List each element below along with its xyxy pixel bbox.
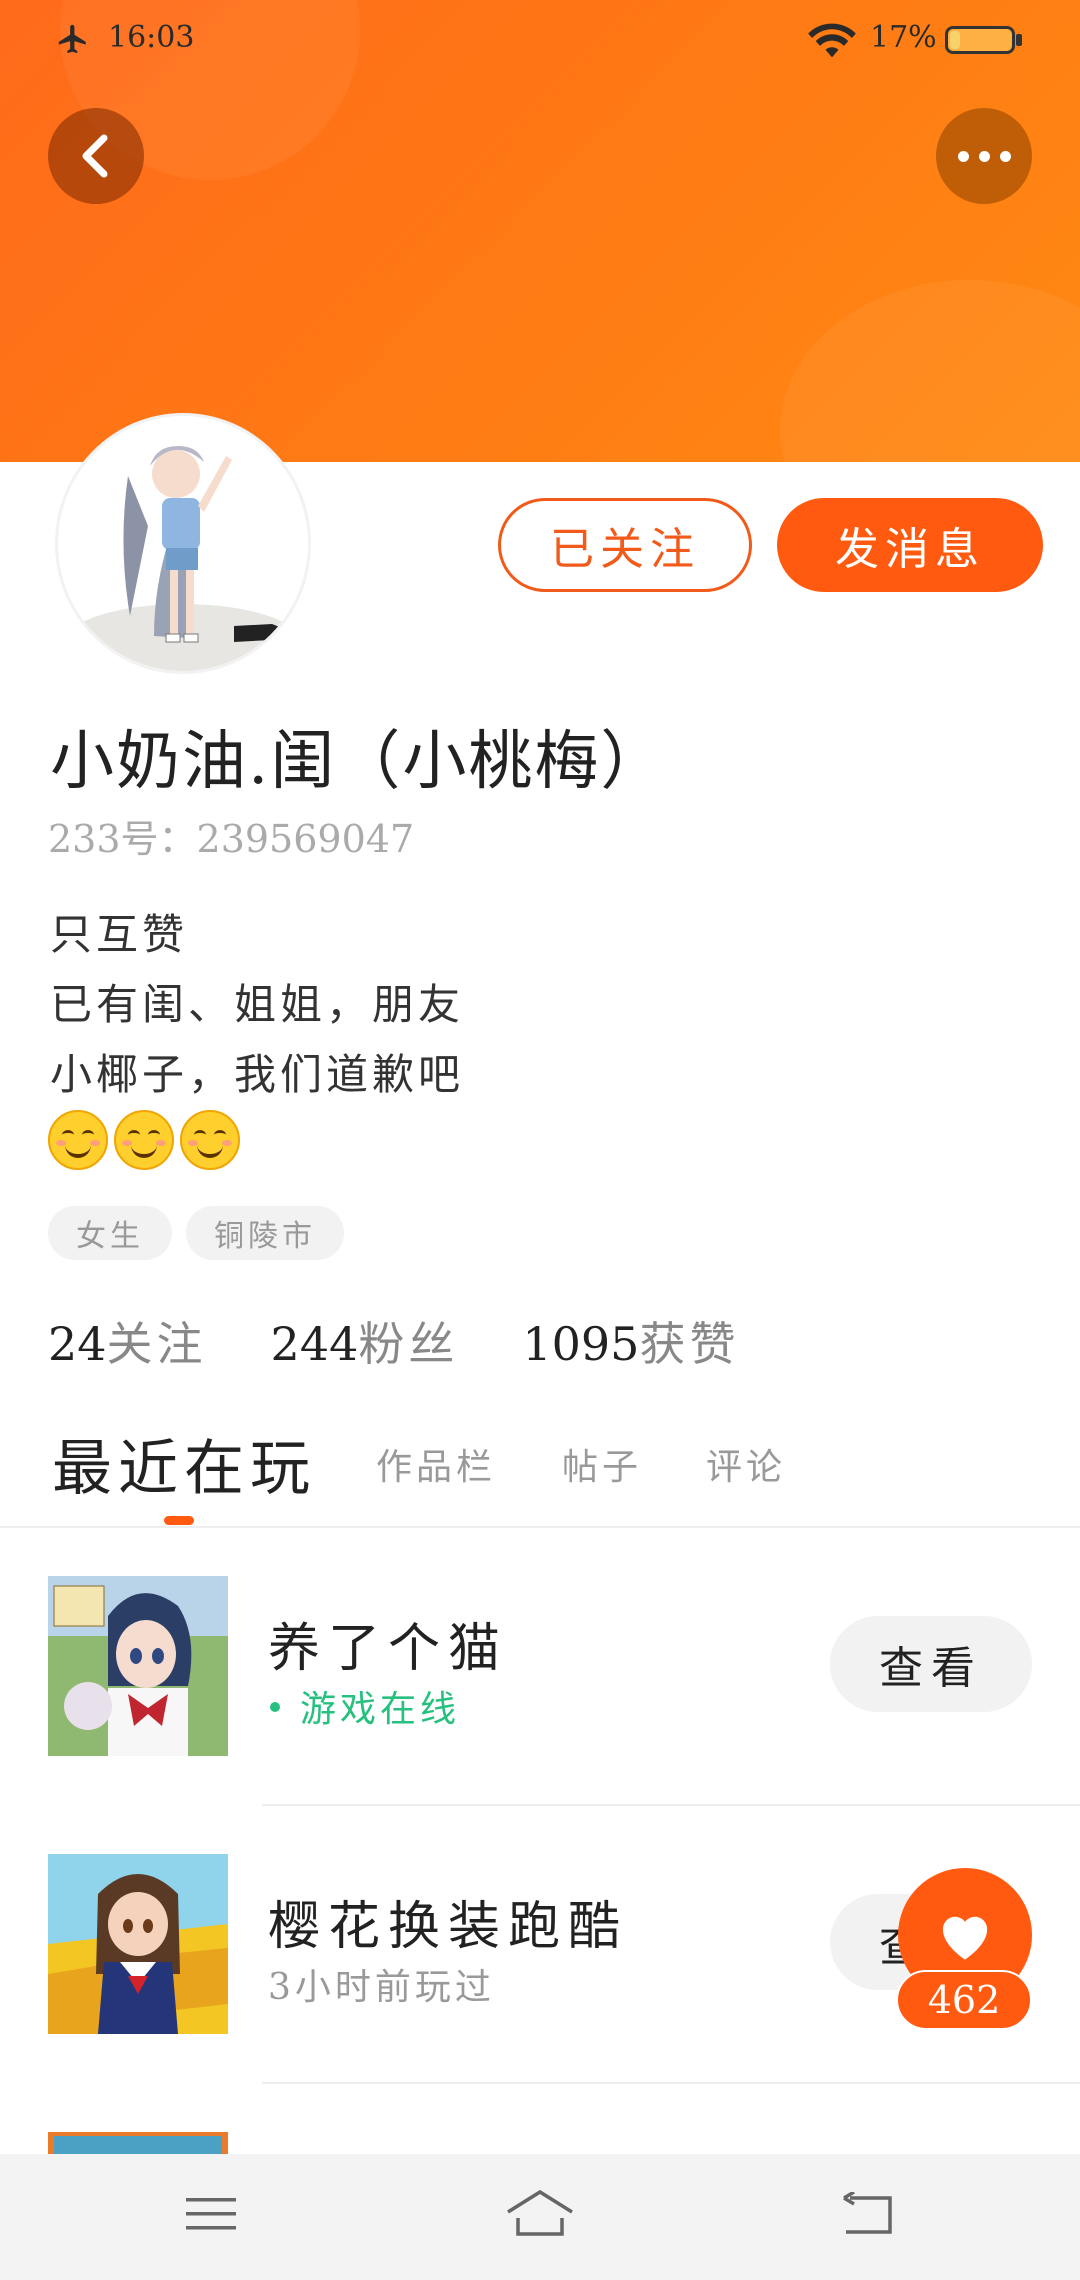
gender-tag: 女生 <box>48 1206 172 1260</box>
profile-bio: 只互赞 已有闺、姐姐，朋友 小椰子，我们道歉吧 <box>50 900 464 1110</box>
stat-label: 粉丝 <box>358 1317 459 1371</box>
game-status: 游戏在线 <box>300 1689 461 1730</box>
smiling-face-icon <box>48 1110 108 1170</box>
avatar-character-image <box>63 446 308 671</box>
bio-line: 已有闺、姐姐，朋友 <box>50 980 465 1029</box>
stat-value: 1095 <box>522 1317 640 1371</box>
status-bar: 16:03 17% <box>0 18 1080 68</box>
battery-percentage: 17% <box>870 20 937 55</box>
profile-stats: 24关注 244粉丝 1095获赞 <box>48 1308 739 1374</box>
stat-fans[interactable]: 244粉丝 <box>271 1308 459 1374</box>
smiling-face-icon <box>114 1110 174 1170</box>
followed-button[interactable]: 已关注 <box>498 498 752 592</box>
smiling-face-icon <box>180 1110 240 1170</box>
airplane-mode-icon <box>58 24 86 54</box>
profile-banner: 16:03 17% <box>0 0 1080 462</box>
stat-likes[interactable]: 1095获赞 <box>522 1308 739 1374</box>
more-dots-icon <box>957 150 1011 162</box>
game-thumbnail <box>48 1854 228 2034</box>
stat-label: 获赞 <box>639 1317 740 1371</box>
bio-emojis <box>48 1110 240 1170</box>
profile-username: 小奶油.闺（小桃梅） <box>50 725 667 799</box>
more-options-button[interactable] <box>936 108 1032 204</box>
stat-following[interactable]: 24关注 <box>48 1308 207 1374</box>
game-thumbnail <box>48 1576 228 1756</box>
game-name: 养了个猫 <box>268 1619 509 1679</box>
divider <box>262 2082 1080 2084</box>
battery-level-fill <box>950 31 960 49</box>
bio-line: 只互赞 <box>50 910 189 959</box>
home-icon[interactable] <box>504 2188 576 2238</box>
chevron-left-icon <box>82 134 108 178</box>
stat-value: 244 <box>270 1317 359 1371</box>
game-thumbnail <box>48 2132 228 2154</box>
banner-decoration <box>780 280 1080 462</box>
location-tag: 铜陵市 <box>186 1206 344 1260</box>
tab-posts[interactable]: 帖子 <box>562 1438 642 1490</box>
game-name: 樱花换装跑酷 <box>268 1897 629 1957</box>
stat-label: 关注 <box>106 1317 207 1371</box>
back-icon[interactable] <box>842 2192 896 2236</box>
bio-line: 小椰子，我们道歉吧 <box>50 1050 465 1099</box>
send-message-button[interactable]: 发消息 <box>777 498 1043 592</box>
profile-uid: 233号：239569047 <box>48 817 415 861</box>
active-tab-indicator <box>164 1516 194 1525</box>
game-last-played: 3小时前玩过 <box>268 1967 495 2008</box>
divider <box>0 1526 1080 1528</box>
online-status-dot <box>270 1702 280 1712</box>
like-count-badge: 462 <box>896 1970 1032 2030</box>
menu-icon[interactable] <box>184 2192 238 2236</box>
profile-tags: 女生 铜陵市 <box>48 1206 344 1260</box>
status-time: 16:03 <box>108 20 195 55</box>
system-nav-bar <box>0 2154 1080 2280</box>
battery-cap <box>1016 34 1022 46</box>
divider <box>262 1804 1080 1806</box>
back-button[interactable] <box>48 108 144 204</box>
heart-icon <box>942 1916 988 1960</box>
tab-works[interactable]: 作品栏 <box>376 1438 496 1490</box>
list-item[interactable]: 养了个猫 游戏在线 查看 <box>0 1576 1080 1816</box>
battery-icon <box>945 26 1015 54</box>
view-button[interactable]: 查看 <box>830 1616 1032 1712</box>
wifi-icon <box>808 23 856 58</box>
avatar[interactable] <box>55 413 311 674</box>
tab-comments[interactable]: 评论 <box>706 1438 786 1490</box>
tab-recently-played[interactable]: 最近在玩 <box>52 1420 316 1507</box>
stat-value: 24 <box>48 1317 107 1371</box>
